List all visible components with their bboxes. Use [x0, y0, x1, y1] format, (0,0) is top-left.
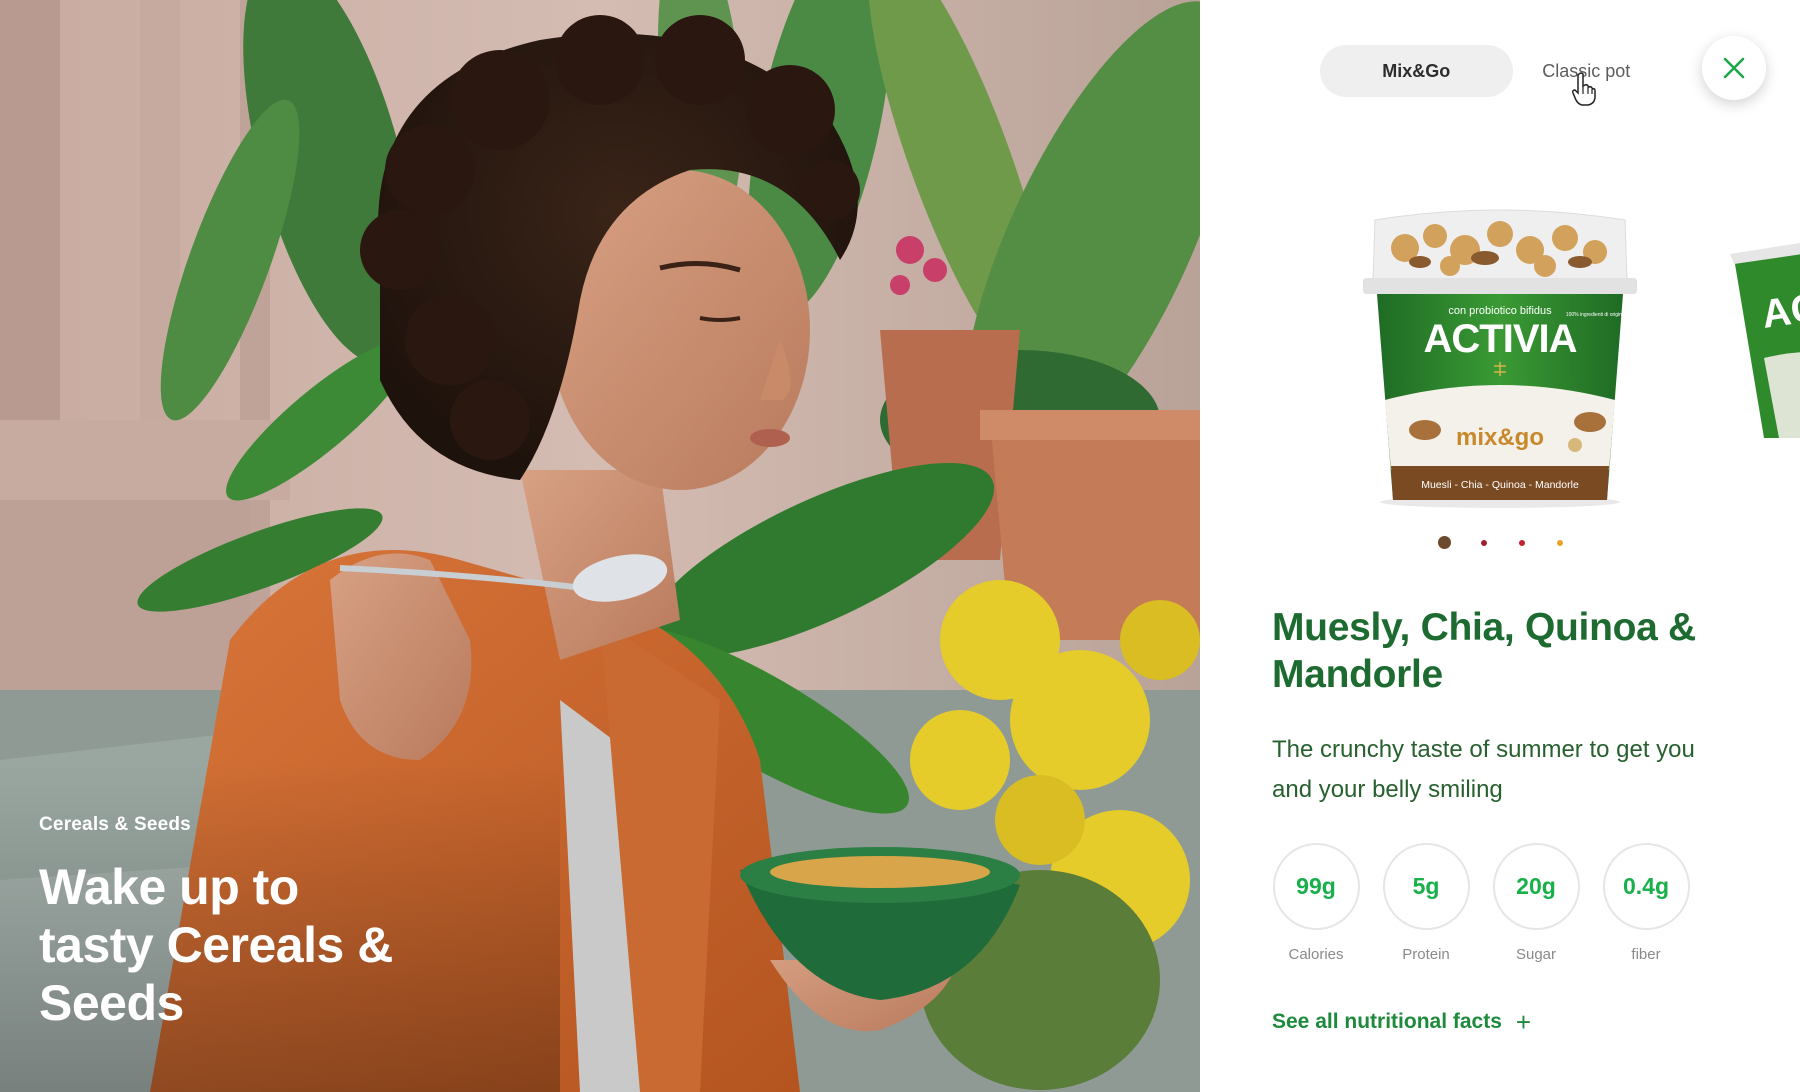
nutrient-fiber: 0.4g fiber	[1602, 843, 1690, 963]
toggle-classic-pot[interactable]: Classic pot	[1513, 45, 1660, 97]
product-description: The crunchy taste of summer to get you a…	[1272, 736, 1695, 803]
hero-section: Cereals & Seeds Wake up to tasty Cereals…	[0, 0, 1200, 1092]
nutrient-value: 20g	[1492, 843, 1580, 930]
nutrient-label: fiber	[1631, 946, 1661, 963]
close-icon	[1723, 57, 1745, 79]
activia-mix-go-pack-image: con probiotico bifidus ACTIVIA mix&go Mu…	[1363, 209, 1645, 508]
hero-category-label: Cereals & Seeds	[39, 814, 191, 835]
carousel-dot-3[interactable]	[1519, 539, 1525, 546]
nutrient-label: Calories	[1288, 946, 1344, 963]
product-name: Muesly, Chia, Quinoa & Mandorle	[1272, 606, 1696, 696]
pack-brand: ACTIVIA	[1424, 317, 1577, 361]
next-product-peek-image[interactable]: AC	[1724, 238, 1800, 458]
nutrient-label: Sugar	[1515, 946, 1557, 963]
nutrient-list: 99g Calories 5g Protein 20g Sugar 0.4g f…	[1272, 843, 1690, 963]
pack-side-note: 100% ingredienti di origine naturale	[1566, 312, 1645, 318]
carousel-dots	[1438, 536, 1563, 549]
nutrient-sugar: 20g Sugar	[1492, 843, 1580, 963]
nutrient-value: 5g	[1382, 843, 1470, 930]
nutrient-label: Protein	[1402, 946, 1450, 963]
peek-brand: AC	[1759, 285, 1800, 337]
pack-subbrand: mix&go	[1456, 424, 1544, 451]
product-panel: Mix&Go Classic pot con probiotico bifidu…	[1200, 0, 1800, 1092]
carousel-dot-2[interactable]	[1481, 539, 1487, 546]
toggle-mix-go[interactable]: Mix&Go	[1320, 45, 1513, 97]
nutritional-facts-label: See all nutritional facts	[1272, 1010, 1502, 1033]
nutritional-facts-link[interactable]: See all nutritional facts +	[1272, 1007, 1532, 1037]
pack-type-toggle: Mix&Go Classic pot	[1320, 45, 1660, 97]
nutrient-calories: 99g Calories	[1272, 843, 1360, 963]
carousel-dot-1[interactable]	[1438, 536, 1451, 549]
carousel-dot-4[interactable]	[1557, 539, 1563, 546]
close-button[interactable]	[1702, 36, 1766, 100]
plus-icon: +	[1515, 1007, 1532, 1037]
pack-flavour: Muesli - Chia - Quinoa - Mandorle	[1421, 479, 1579, 491]
nutrient-value: 0.4g	[1602, 843, 1690, 930]
nutrient-protein: 5g Protein	[1382, 843, 1470, 963]
hero-title: Wake up to tasty Cereals & Seeds	[39, 859, 393, 1031]
nutrient-value: 99g	[1272, 843, 1360, 930]
product-carousel[interactable]: con probiotico bifidus ACTIVIA mix&go Mu…	[1200, 190, 1800, 510]
pack-tagline: con probiotico bifidus	[1448, 305, 1552, 317]
